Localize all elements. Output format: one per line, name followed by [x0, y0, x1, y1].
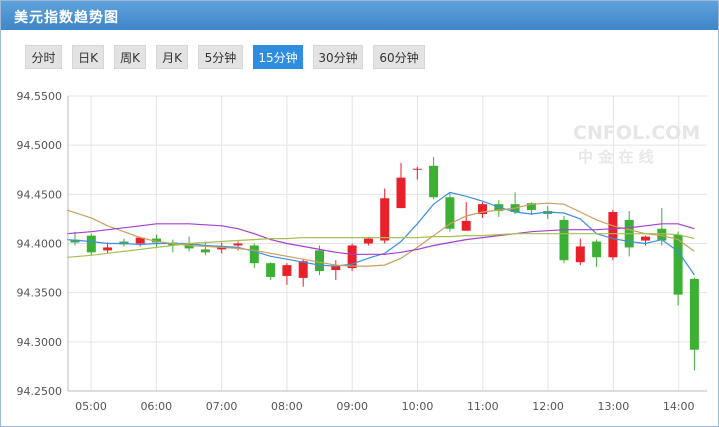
- watermark-bottom: 中 金 在 线: [578, 148, 654, 166]
- candle-body: [429, 165, 439, 198]
- candle-body: [103, 247, 113, 251]
- candle-body: [592, 241, 602, 258]
- tab-60min[interactable]: 60分钟: [373, 45, 425, 69]
- candle-body: [298, 261, 308, 278]
- x-tick-label: 12:00: [532, 400, 564, 413]
- candle-body: [233, 243, 243, 246]
- candle: [103, 242, 113, 254]
- candle: [86, 233, 96, 256]
- tab-30min[interactable]: 30分钟: [313, 45, 363, 69]
- candle: [429, 156, 439, 200]
- tab-intraday[interactable]: 分时: [25, 45, 62, 69]
- candle: [249, 243, 259, 269]
- x-tick-label: 11:00: [467, 400, 499, 413]
- candle-body: [249, 245, 259, 264]
- tab-5min[interactable]: 5分钟: [198, 45, 243, 69]
- tab-15min[interactable]: 15分钟: [253, 45, 303, 69]
- candle: [608, 210, 618, 261]
- x-tick-label: 08:00: [271, 400, 303, 413]
- candle: [575, 238, 585, 266]
- candle: [412, 166, 422, 180]
- candle-body: [282, 265, 292, 276]
- candle-body: [380, 198, 390, 241]
- y-tick-label: 94.3500: [17, 287, 63, 300]
- candle: [478, 202, 487, 218]
- candle: [347, 243, 357, 272]
- candle: [380, 188, 390, 244]
- x-tick-label: 05:00: [75, 400, 107, 413]
- candle-body: [673, 234, 683, 295]
- candle-body: [266, 263, 276, 277]
- candle-body: [331, 266, 341, 271]
- candle: [282, 263, 292, 285]
- chart-panel: 美元指数趋势图 分时 日K 周K 月K 5分钟 15分钟 30分钟 60分钟 C…: [0, 0, 719, 427]
- y-tick-label: 94.2500: [17, 385, 63, 398]
- candle: [331, 260, 341, 280]
- watermark-top: CNFOL.COM: [573, 122, 700, 144]
- candle-body: [412, 168, 422, 170]
- candle: [592, 239, 602, 268]
- candle-body: [396, 177, 406, 209]
- x-tick-label: 07:00: [206, 400, 238, 413]
- candle-body: [575, 246, 585, 263]
- tab-monthly-k[interactable]: 月K: [156, 45, 188, 69]
- candle: [363, 237, 373, 246]
- x-tick-label: 10:00: [402, 400, 434, 413]
- x-tick-label: 14:00: [663, 400, 695, 413]
- candle-body: [559, 219, 569, 261]
- candles: [70, 156, 699, 371]
- candle-body: [200, 249, 210, 253]
- y-axis-labels: 94.5500 94.5000 94.4500 94.4000 94.3500 94.30…: [17, 90, 63, 398]
- panel-title: 美元指数趋势图: [14, 10, 119, 26]
- x-tick-label: 09:00: [336, 400, 368, 413]
- candle: [396, 162, 406, 209]
- candle: [266, 262, 276, 280]
- candle: [119, 238, 129, 247]
- x-axis-labels: 05:00 06:00 07:00 08:00 09:00 10:00 11:00 12:00…: [75, 400, 694, 413]
- x-tick-label: 06:00: [140, 400, 172, 413]
- tab-weekly-k[interactable]: 周K: [114, 45, 146, 69]
- candle-body: [689, 278, 699, 350]
- tab-daily-k[interactable]: 日K: [72, 45, 104, 69]
- candle-body: [461, 220, 471, 231]
- candle: [689, 277, 699, 371]
- candlestick-chart: CNFOL.COM 中 金 在 线 94.550094.500094.45009…: [17, 90, 707, 413]
- y-tick-label: 94.5500: [17, 90, 63, 103]
- watermark: CNFOL.COM 中 金 在 线: [573, 122, 700, 166]
- candle-body: [315, 250, 324, 272]
- y-tick-label: 94.4000: [17, 238, 63, 251]
- candle: [673, 231, 683, 306]
- candle: [559, 215, 569, 264]
- candle-body: [86, 235, 96, 253]
- candle-body: [363, 238, 373, 244]
- x-tick-label: 13:00: [598, 400, 630, 413]
- y-tick-label: 94.5000: [17, 139, 63, 152]
- y-tick-label: 94.4500: [17, 188, 63, 201]
- candle-body: [641, 236, 650, 241]
- title-bar: 美元指数趋势图: [1, 1, 718, 30]
- y-tick-label: 94.3000: [17, 336, 63, 349]
- candle-body: [608, 212, 618, 258]
